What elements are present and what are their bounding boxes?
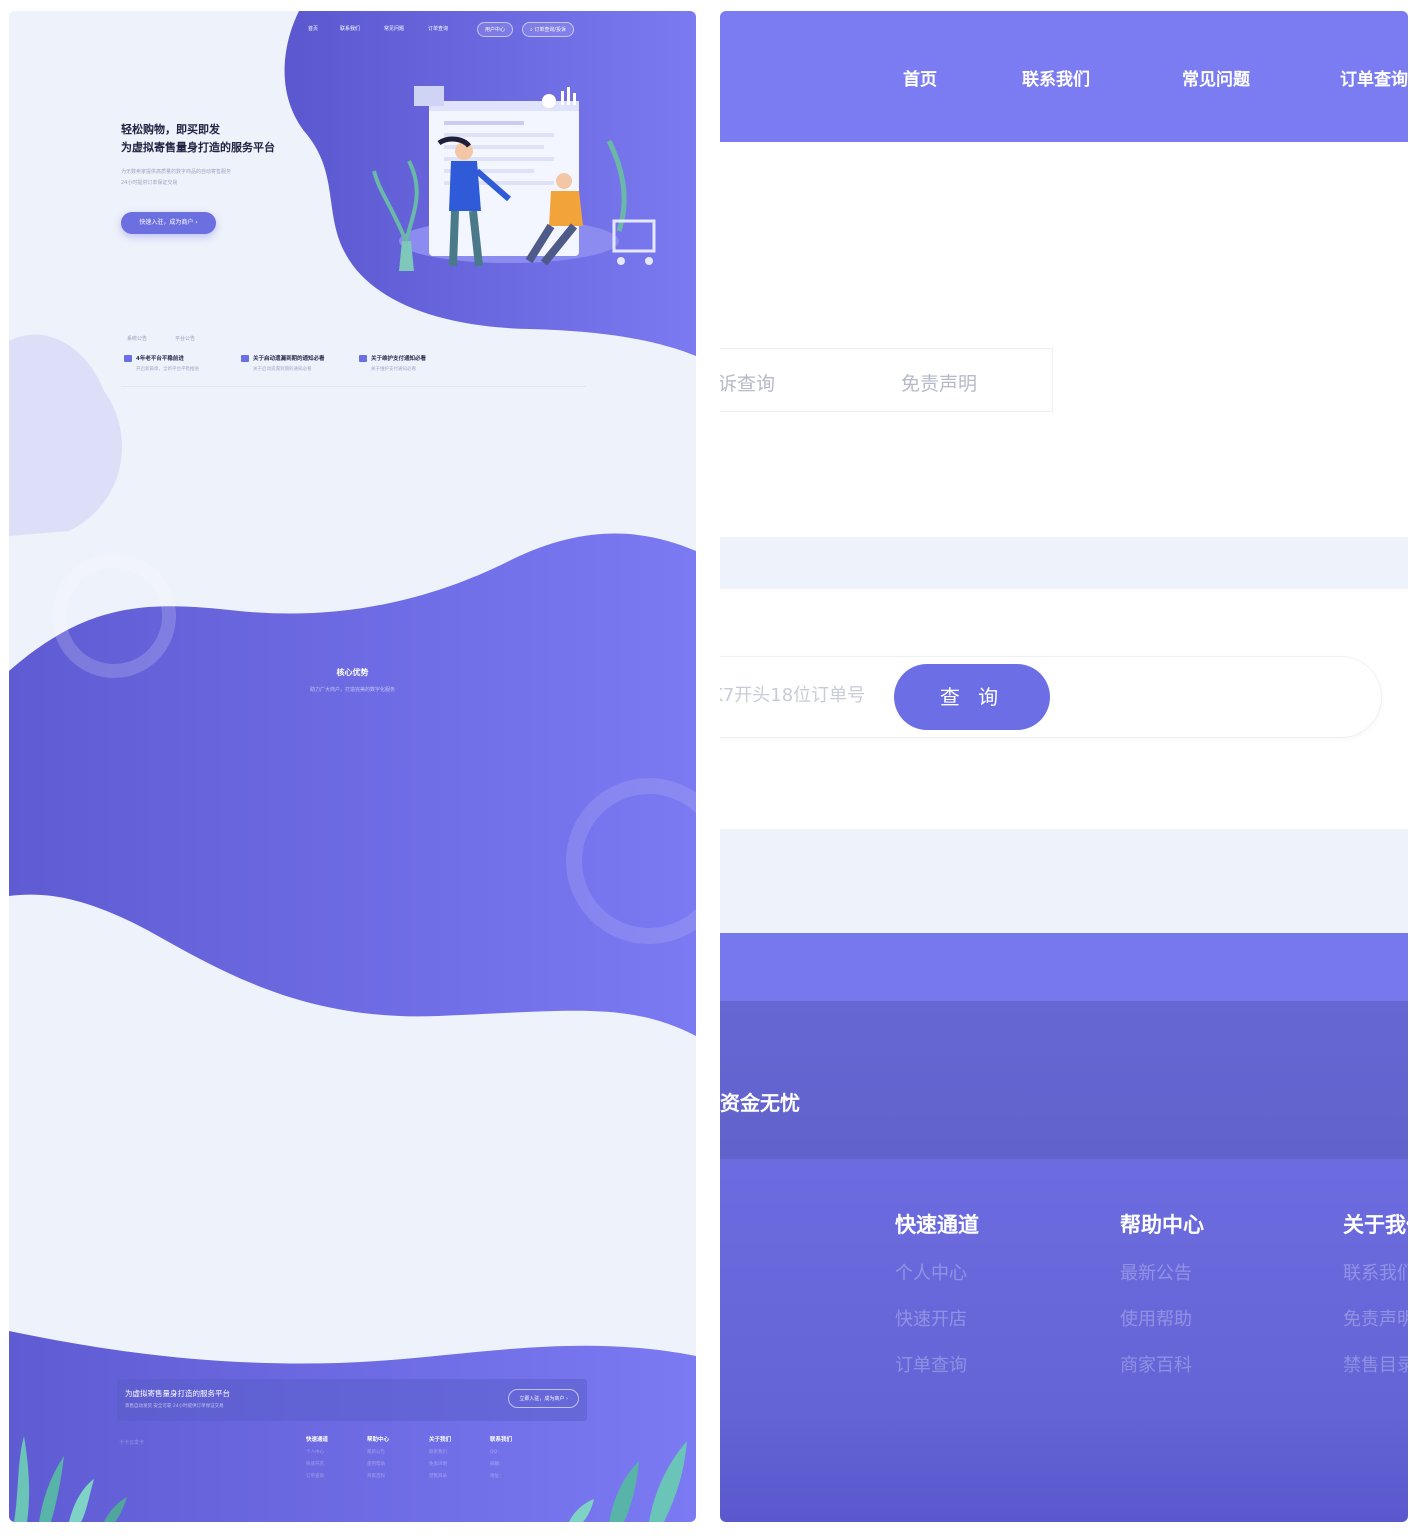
notice-item[interactable]: 关于启动遗漏到期的通知必看 关于启动遗漏到期的通知必看 bbox=[241, 354, 351, 372]
footer-column-quick: 快速通道 个人中心 快速开店 订单查询 bbox=[306, 1435, 366, 1479]
footer-column-title: 联系我们 bbox=[490, 1437, 513, 1443]
zoomed-page-preview: 首页 联系我们 常见问题 订单查询 订单投诉查询 免责声明 请输入以K7开头18… bbox=[720, 11, 1408, 1522]
notice-item[interactable]: 4年老平台平稳前进 开启新篇章，全新平台平稳推进 bbox=[124, 354, 234, 372]
chevron-right-icon: › bbox=[566, 1396, 568, 1402]
advantages-band bbox=[720, 933, 1408, 1001]
footer-link[interactable]: 快速开店 bbox=[306, 1461, 366, 1467]
background-shapes bbox=[9, 11, 696, 1522]
notice-desc: 开启新篇章，全新平台平稳推进 bbox=[136, 367, 199, 372]
hero-subtitle: 为无数卖家提供高质量的数字商品的自动寄售服务 24小时提供订单保证交易 bbox=[121, 167, 281, 189]
section-divider bbox=[720, 537, 1408, 589]
hero-title-line1: 轻松购物，即买即发 bbox=[121, 123, 220, 136]
footer-column-about: 关于我们 联系我们 免责声明 禁售目录 bbox=[1343, 1209, 1408, 1377]
nav-contact[interactable]: 联系我们 bbox=[340, 25, 360, 32]
footer-link-wiki[interactable]: 商家百科 bbox=[1120, 1351, 1240, 1377]
core-advantages-title: 核心优势 bbox=[336, 668, 369, 677]
nav-home[interactable]: 首页 bbox=[903, 65, 937, 90]
notice-title: 4年老平台平稳前进 bbox=[136, 356, 184, 362]
footer-link-help[interactable]: 使用帮助 bbox=[1120, 1305, 1240, 1331]
tab-order-complaint[interactable]: 订单投诉查询 bbox=[720, 369, 775, 396]
footer-banner-title: 为虚拟寄售量身打造的服务平台 bbox=[125, 1389, 230, 1398]
chevron-right-icon: › bbox=[195, 219, 198, 226]
footer-link[interactable]: 个人中心 bbox=[306, 1449, 366, 1455]
query-tabs: 订单投诉查询 免责声明 bbox=[720, 348, 1053, 412]
slogan-text: 资金无忧 bbox=[720, 1091, 800, 1115]
nav-home[interactable]: 首页 bbox=[308, 25, 318, 32]
footer-column-title: 快速通道 bbox=[306, 1437, 329, 1443]
footer-column-about: 关于我们 联系我们 免责声明 禁售目录 bbox=[429, 1435, 489, 1479]
nav-contact[interactable]: 联系我们 bbox=[1022, 65, 1090, 90]
footer-link-latest-notice[interactable]: 最新公告 bbox=[1120, 1259, 1240, 1285]
message-icon bbox=[124, 355, 132, 362]
tab-disclaimer[interactable]: 免责声明 bbox=[901, 369, 977, 396]
notice-desc: 关于启动遗漏到期的通知必看 bbox=[253, 367, 312, 372]
message-icon bbox=[359, 355, 367, 362]
footer-contact-qq: QQ： bbox=[490, 1450, 502, 1455]
notice-desc: 关于维护支付通知必看 bbox=[371, 367, 416, 372]
hero-sub-line1: 为无数卖家提供高质量的数字商品的自动寄售服务 bbox=[121, 169, 232, 175]
footer-link[interactable]: 使用帮助 bbox=[367, 1461, 427, 1467]
footer-link[interactable]: 最新公告 bbox=[367, 1449, 427, 1455]
section-divider bbox=[720, 829, 1408, 933]
footer-column-contact: 联系我们 QQ： 邮箱： 地址： bbox=[490, 1435, 590, 1479]
order-search-bar: 请输入以K7开头18位订单号 查 询 bbox=[720, 656, 1382, 738]
footer-link-contact[interactable]: 联系我们 bbox=[1343, 1259, 1408, 1285]
nav-order-query[interactable]: 订单查询 bbox=[428, 25, 448, 32]
footer-link[interactable]: 联系我们 bbox=[429, 1449, 489, 1455]
hero-sub-line2: 24小时提供订单保证交易 bbox=[121, 180, 178, 186]
order-complaint-label: 订单查询/投诉 bbox=[534, 27, 567, 33]
footer-link-personal-center[interactable]: 个人中心 bbox=[895, 1259, 1015, 1285]
footer-copyright: 卡卡云发卡 bbox=[119, 1440, 145, 1446]
footer-column-help: 帮助中心 最新公告 使用帮助 商家百科 bbox=[367, 1435, 427, 1479]
hero-title-line2: 为虚拟寄售量身打造的服务平台 bbox=[121, 141, 275, 154]
footer-column-quick: 快速通道 个人中心 快速开店 订单查询 bbox=[895, 1209, 1015, 1377]
footer-link-disclaimer[interactable]: 免责声明 bbox=[1343, 1305, 1408, 1331]
user-center-button[interactable]: 用户中心 bbox=[477, 22, 514, 37]
footer-link-banned-list[interactable]: 禁售目录 bbox=[1343, 1351, 1408, 1377]
footer-column-title: 关于我们 bbox=[1343, 1213, 1408, 1237]
hero-title: 轻松购物，即买即发 为虚拟寄售量身打造的服务平台 bbox=[121, 121, 275, 157]
footer-link[interactable]: 订单查询 bbox=[306, 1473, 366, 1479]
top-nav: 首页 联系我们 常见问题 订单查询 bbox=[720, 11, 1408, 142]
tab-platform-notice[interactable]: 平台公告 bbox=[175, 335, 195, 342]
footer-banner-desc: 寄售自动发货 安全可靠 24小时提供订单保证交易 bbox=[125, 1404, 224, 1409]
footer-banner: 为虚拟寄售量身打造的服务平台 寄售自动发货 安全可靠 24小时提供订单保证交易 … bbox=[117, 1379, 587, 1421]
notice-title: 关于启动遗漏到期的通知必看 bbox=[253, 356, 325, 362]
footer-link-order-query[interactable]: 订单查询 bbox=[895, 1351, 1015, 1377]
core-advantages-subtitle: 助力广大商户，打造完美的数字化服务 bbox=[309, 687, 395, 693]
footer-column-title: 帮助中心 bbox=[367, 1437, 390, 1443]
footer-column-title: 快速通道 bbox=[895, 1213, 979, 1237]
nav-faq[interactable]: 常见问题 bbox=[1182, 65, 1250, 90]
footer-link-open-shop[interactable]: 快速开店 bbox=[895, 1305, 1015, 1331]
join-merchant-label: 快速入驻，成为商户 bbox=[139, 219, 194, 226]
divider bbox=[121, 386, 586, 387]
footer-contact-address: 地址： bbox=[490, 1474, 504, 1479]
order-number-placeholder: 请输入以K7开头18位订单号 bbox=[720, 685, 866, 706]
footer-link[interactable]: 商家百科 bbox=[367, 1473, 427, 1479]
footer bbox=[720, 1159, 1408, 1522]
footer-column-title: 帮助中心 bbox=[1120, 1213, 1204, 1237]
order-complaint-button[interactable]: ⌕ 订单查询/投诉 bbox=[522, 22, 575, 37]
footer-link[interactable]: 禁售目录 bbox=[429, 1473, 489, 1479]
tab-system-notice[interactable]: 系统公告 bbox=[127, 335, 147, 342]
footer-link[interactable]: 免责声明 bbox=[429, 1461, 489, 1467]
slogan-band: 资金无忧 bbox=[720, 1001, 1408, 1159]
query-button[interactable]: 查 询 bbox=[894, 664, 1050, 730]
footer-column-title: 关于我们 bbox=[429, 1437, 452, 1443]
footer-column-help: 帮助中心 最新公告 使用帮助 商家百科 bbox=[1120, 1209, 1240, 1377]
join-merchant-button[interactable]: 快速入驻，成为商户 › bbox=[121, 212, 216, 234]
footer-join-button[interactable]: 立即入驻，成为商户 › bbox=[508, 1389, 579, 1408]
full-page-preview: 首页 联系我们 常见问题 订单查询 用户中心 ⌕ 订单查询/投诉 轻松购物，即买… bbox=[9, 11, 696, 1522]
nav-faq[interactable]: 常见问题 bbox=[384, 25, 404, 32]
nav-order-query[interactable]: 订单查询 bbox=[1340, 65, 1408, 90]
footer-contact-email: 邮箱： bbox=[490, 1462, 504, 1467]
order-number-input[interactable]: 请输入以K7开头18位订单号 bbox=[720, 681, 875, 707]
notice-item[interactable]: 关于维护支付通知必看 关于维护支付通知必看 bbox=[359, 354, 469, 372]
footer-join-label: 立即入驻，成为商户 bbox=[519, 1396, 565, 1402]
message-icon bbox=[241, 355, 249, 362]
notice-title: 关于维护支付通知必看 bbox=[371, 356, 427, 362]
